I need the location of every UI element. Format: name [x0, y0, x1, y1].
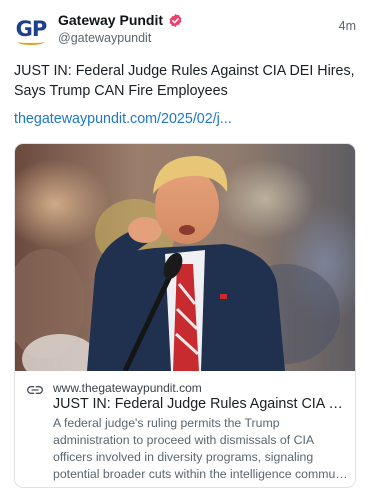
link-preview-card[interactable]: www.thegatewaypundit.com JUST IN: Federa… — [14, 143, 356, 488]
link-icon — [27, 386, 43, 395]
avatar-logo-text: GP — [15, 17, 48, 41]
post-timestamp[interactable]: 4m — [339, 19, 356, 33]
display-name[interactable]: Gateway Pundit — [58, 12, 163, 28]
card-description-line: administration to proceed with dismissal… — [53, 433, 315, 447]
card-title[interactable]: JUST IN: Federal Judge Rules Against CIA… — [53, 396, 349, 412]
card-description: A federal judge's ruling permits the Tru… — [53, 415, 349, 483]
card-body: www.thegatewaypundit.com JUST IN: Federa… — [15, 371, 355, 487]
card-image[interactable] — [15, 144, 356, 371]
avatar-swoosh — [18, 39, 44, 45]
verified-badge-icon — [169, 13, 182, 27]
post-header: GP Gateway Pundit @gatewaypundit 4m — [14, 10, 356, 50]
avatar[interactable]: GP — [14, 12, 48, 46]
card-domain: www.thegatewaypundit.com — [53, 381, 202, 395]
post-text: JUST IN: Federal Judge Rules Against CIA… — [14, 63, 355, 99]
card-description-line: A federal judge's ruling permits the Tru… — [53, 416, 280, 430]
handle[interactable]: @gatewaypundit — [58, 31, 183, 45]
post-link[interactable]: thegatewaypundit.com/2025/02/j... — [14, 111, 232, 127]
post[interactable]: GP Gateway Pundit @gatewaypundit 4m JUST… — [0, 0, 370, 500]
card-description-line: officers involved in diversity programs,… — [53, 450, 314, 464]
card-description-line: potential broader cuts within the intell… — [53, 467, 349, 481]
display-name-row: Gateway Pundit — [58, 11, 183, 29]
author-names: Gateway Pundit @gatewaypundit — [58, 11, 183, 45]
